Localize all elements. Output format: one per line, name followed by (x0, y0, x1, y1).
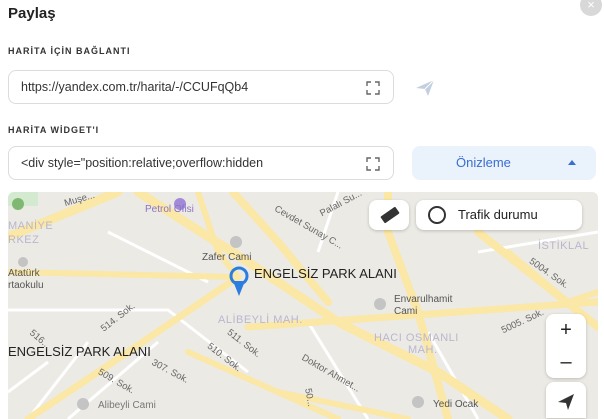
traffic-icon (428, 206, 446, 224)
chevron-up-icon (568, 160, 576, 165)
ruler-button[interactable] (369, 200, 409, 230)
map-preview[interactable]: ENGELSİZ PARK ALANI ENGELSİZ PARK ALANI … (8, 192, 598, 419)
map-link-field (8, 70, 394, 104)
map-label-rtaokulu: rtaokulu (8, 280, 44, 291)
zoom-controls: + – (546, 314, 586, 378)
map-label-envarulhamit: Envarulhamit (394, 294, 453, 305)
locate-button[interactable] (546, 382, 586, 418)
dialog-title: Paylaş (8, 5, 56, 22)
map-label-cami: Cami (394, 306, 418, 317)
map-label-istiklal: İSTİKLAL (538, 240, 590, 252)
widget-code-field (8, 146, 394, 180)
map-label-alibeyli: ALİBEYLİ MAH. (218, 314, 303, 326)
widget-code-input[interactable] (21, 147, 351, 179)
map-link-input[interactable] (21, 71, 351, 103)
map-label-ataturk: Atatürk (8, 268, 40, 279)
traffic-label: Trafik durumu (458, 207, 538, 222)
send-icon[interactable] (415, 79, 435, 97)
copy-icon[interactable] (365, 80, 381, 96)
map-label-alibeyli-cami: Alibeyli Cami (98, 400, 156, 411)
link-section-label: HARİTA İÇİN BAĞLANTI (8, 46, 131, 56)
map-label-selected-place: ENGELSİZ PARK ALANI (254, 266, 397, 281)
map-label-mah: MAH. (408, 344, 438, 356)
locate-icon (558, 394, 574, 410)
zoom-in-button[interactable]: + (546, 314, 586, 346)
map-label-maniye: MANİYE (8, 220, 54, 232)
map-label-second-place: ENGELSİZ PARK ALANI (8, 344, 151, 359)
close-icon: × (587, 0, 595, 12)
preview-label: Önizleme (456, 155, 511, 170)
zoom-out-button[interactable]: – (546, 346, 586, 378)
map-label-petrol-ofisi: Petrol Ofisi (145, 204, 194, 215)
widget-section-label: HARİTA WİDGET'I (8, 125, 100, 135)
copy-icon[interactable] (365, 156, 381, 172)
ruler-icon (380, 206, 400, 224)
map-label-zafer-cami: Zafer Cami (202, 252, 252, 263)
map-label-rkez: RKEZ (8, 234, 40, 246)
preview-button[interactable]: Önizleme (412, 146, 596, 180)
map-label-yedi-ocak: Yedi Ocak (433, 399, 479, 410)
close-button[interactable]: × (580, 0, 602, 16)
traffic-button[interactable]: Trafik durumu (416, 200, 582, 230)
map-label-haci-osmanli: HACI OSMANLI (374, 332, 459, 344)
